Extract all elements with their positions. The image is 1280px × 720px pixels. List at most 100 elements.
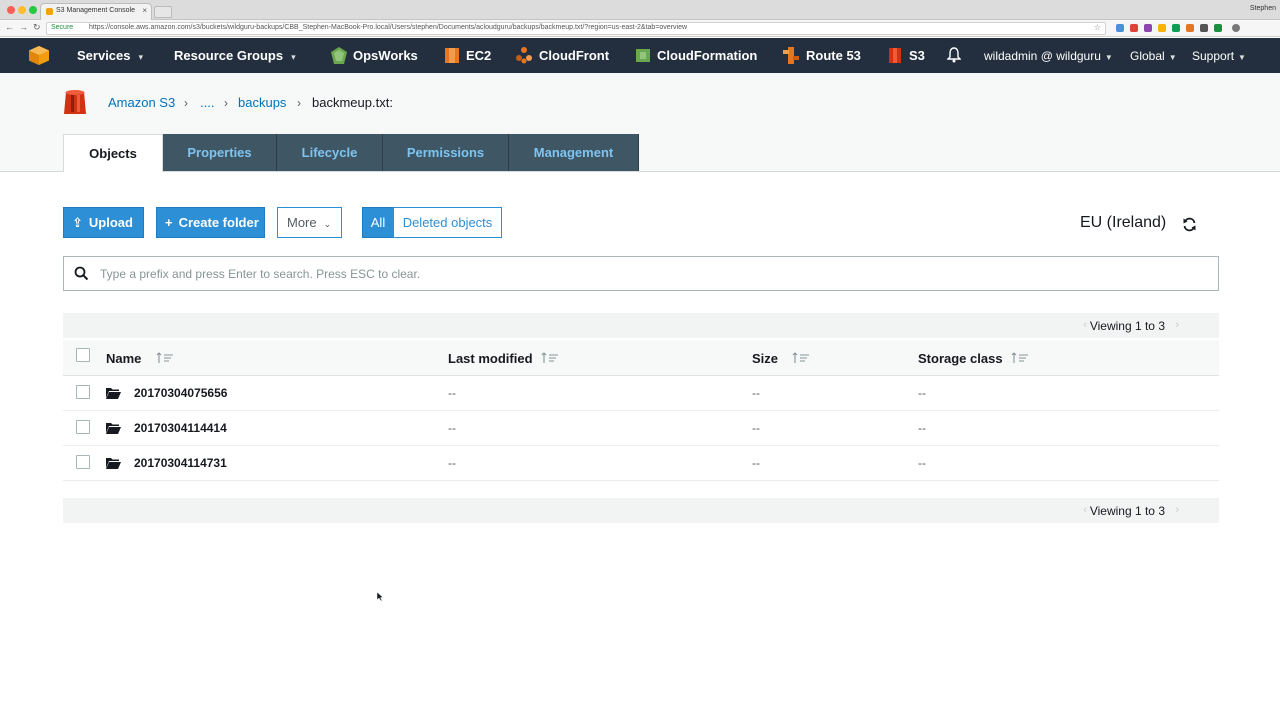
breadcrumb-backups[interactable]: backups	[238, 95, 286, 110]
storage-class-cell: --	[918, 456, 926, 470]
row-checkbox[interactable]	[76, 385, 90, 399]
secure-lock-label: Secure	[51, 24, 74, 31]
pagination-bar-top: ‹ Viewing 1 to 3 ›	[63, 313, 1219, 338]
sort-icon[interactable]	[792, 352, 810, 364]
window-close-button[interactable]	[7, 6, 15, 14]
folder-icon	[106, 388, 121, 399]
region-menu[interactable]: Global ▼	[1130, 49, 1177, 63]
storage-class-cell: --	[918, 386, 926, 400]
column-header-name[interactable]: Name	[106, 351, 141, 366]
services-menu[interactable]: Services ▾	[77, 48, 143, 63]
chevron-down-icon: ▾	[138, 52, 144, 62]
tab-management[interactable]: Management	[509, 134, 639, 171]
extension-icon[interactable]	[1172, 24, 1180, 32]
account-label: wildadmin @ wildguru	[984, 49, 1101, 63]
window-zoom-button[interactable]	[29, 6, 37, 14]
resource-groups-label: Resource Groups	[174, 48, 284, 63]
ec2-icon	[445, 48, 459, 63]
filter-all-button[interactable]: All	[362, 207, 394, 238]
browser-tab[interactable]: S3 Management Console ×	[40, 3, 152, 20]
prev-page-icon[interactable]: ‹	[1083, 504, 1087, 516]
extension-icon[interactable]	[1186, 24, 1194, 32]
upload-arrow-icon: ⇪	[72, 215, 83, 230]
menu-dots-icon[interactable]	[1232, 24, 1240, 32]
more-dropdown-button[interactable]: More ⌄	[277, 207, 342, 238]
refresh-icon[interactable]	[1182, 217, 1197, 232]
extension-icon[interactable]	[1214, 24, 1222, 32]
breadcrumb-ellipsis[interactable]: ....	[200, 95, 214, 110]
extension-icon[interactable]	[1144, 24, 1152, 32]
window-minimize-button[interactable]	[18, 6, 26, 14]
url-text[interactable]: https://console.aws.amazon.com/s3/bucket…	[89, 24, 687, 31]
resource-groups-menu[interactable]: Resource Groups ▾	[174, 48, 296, 63]
upload-button[interactable]: ⇪ Upload	[63, 207, 144, 238]
opsworks-icon	[331, 47, 347, 64]
plus-icon: +	[165, 215, 173, 230]
prev-page-icon[interactable]: ‹	[1083, 319, 1087, 331]
chevron-down-icon: ⌄	[323, 219, 332, 229]
sort-icon[interactable]	[1011, 352, 1029, 364]
last-modified-cell: --	[448, 456, 456, 470]
table-row[interactable]: 20170304114731 -- -- --	[63, 446, 1219, 481]
row-checkbox[interactable]	[76, 420, 90, 434]
object-name-link[interactable]: 20170304114731	[134, 456, 227, 470]
breadcrumb-separator-icon: ›	[297, 96, 301, 110]
next-page-icon[interactable]: ›	[1175, 319, 1179, 331]
account-menu[interactable]: wildadmin @ wildguru ▼	[984, 49, 1113, 63]
filter-deleted-objects-button[interactable]: Deleted objects	[393, 207, 502, 238]
extension-icon[interactable]	[1200, 24, 1208, 32]
create-folder-button[interactable]: + Create folder	[156, 207, 265, 238]
cloudfront-icon	[516, 47, 532, 64]
s3-icon	[889, 48, 901, 63]
services-label: Services	[77, 48, 131, 63]
tab-properties[interactable]: Properties	[163, 134, 277, 171]
row-checkbox[interactable]	[76, 455, 90, 469]
aws-top-nav: Services ▾ Resource Groups ▾ OpsWorks EC2 …	[0, 38, 1280, 73]
bookmark-star-icon[interactable]: ☆	[1094, 23, 1101, 32]
extension-icon[interactable]	[1130, 24, 1138, 32]
tab-lifecycle[interactable]: Lifecycle	[277, 134, 383, 171]
last-modified-cell: --	[448, 386, 456, 400]
bell-icon[interactable]	[947, 47, 961, 63]
back-arrow-icon[interactable]: ←	[5, 22, 14, 32]
size-cell: --	[752, 421, 760, 435]
bucket-region-label: EU (Ireland)	[1080, 214, 1167, 231]
shortcut-ec2[interactable]: EC2	[466, 48, 491, 63]
sort-icon[interactable]	[541, 352, 559, 364]
shortcut-opsworks[interactable]: OpsWorks	[353, 48, 418, 63]
caret-down-icon: ▼	[1104, 53, 1113, 62]
table-row[interactable]: 20170304075656 -- -- --	[63, 376, 1219, 411]
search-input[interactable]	[100, 257, 1200, 290]
column-header-last-modified[interactable]: Last modified	[448, 351, 533, 366]
browser-tab-title: S3 Management Console	[56, 7, 135, 14]
column-header-size[interactable]: Size	[752, 351, 778, 366]
new-tab-button[interactable]	[154, 6, 172, 18]
tab-permissions[interactable]: Permissions	[383, 134, 509, 171]
shortcut-s3[interactable]: S3	[909, 48, 925, 63]
browser-tab-strip: S3 Management Console × Stephen	[0, 0, 1280, 20]
object-name-link[interactable]: 20170304075656	[134, 386, 227, 400]
reload-icon[interactable]: ↻	[33, 22, 41, 33]
next-page-icon[interactable]: ›	[1175, 504, 1179, 516]
url-field[interactable]: Secure https://console.aws.amazon.com/s3…	[46, 22, 1106, 35]
pagination-bar-bottom: ‹ Viewing 1 to 3 ›	[63, 498, 1219, 523]
breadcrumb-amazon-s3[interactable]: Amazon S3	[108, 95, 175, 110]
support-menu[interactable]: Support ▼	[1192, 49, 1246, 63]
browser-profile-name[interactable]: Stephen	[1250, 5, 1276, 12]
shortcut-route53[interactable]: Route 53	[806, 48, 861, 63]
tab-objects[interactable]: Objects	[63, 134, 163, 172]
aws-cube-logo-icon[interactable]	[29, 46, 49, 65]
table-row[interactable]: 20170304114414 -- -- --	[63, 411, 1219, 446]
shortcut-cloudfront[interactable]: CloudFront	[539, 48, 609, 63]
sort-icon[interactable]	[156, 352, 174, 364]
column-header-storage-class[interactable]: Storage class	[918, 351, 1003, 366]
tab-close-icon[interactable]: ×	[142, 6, 147, 15]
shortcut-cloudformation[interactable]: CloudFormation	[657, 48, 757, 63]
forward-arrow-icon[interactable]: →	[19, 22, 28, 32]
breadcrumb-current: backmeup.txt:	[312, 95, 393, 110]
extension-icon[interactable]	[1116, 24, 1124, 32]
select-all-checkbox[interactable]	[76, 348, 90, 362]
folder-icon	[106, 458, 121, 469]
object-name-link[interactable]: 20170304114414	[134, 421, 227, 435]
extension-icon[interactable]	[1158, 24, 1166, 32]
